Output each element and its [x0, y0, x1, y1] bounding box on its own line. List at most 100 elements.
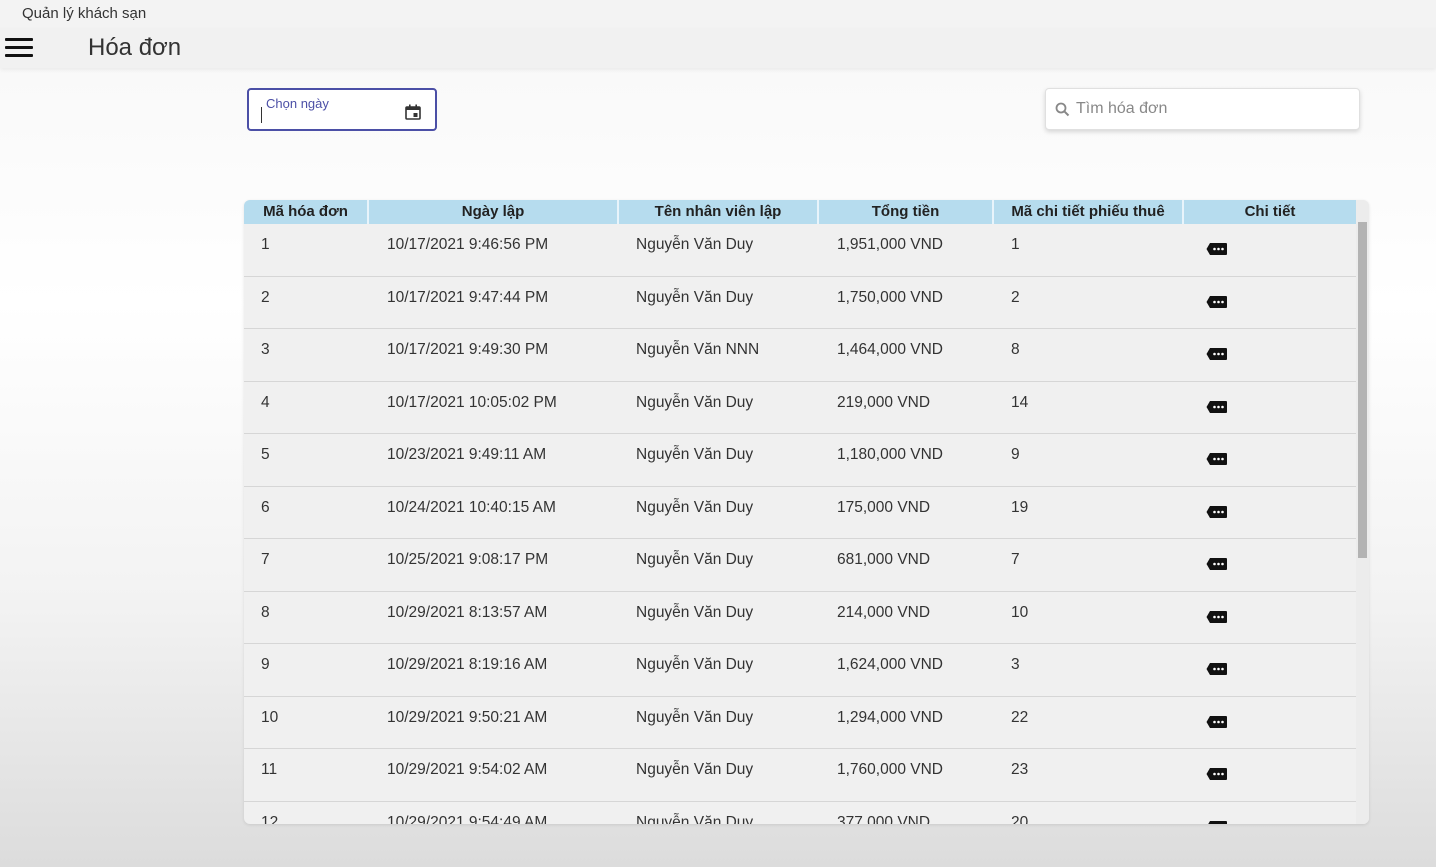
table-row[interactable]: 9 10/29/2021 8:19:16 AM Nguyễn Văn Duy 1,62…	[244, 644, 1356, 697]
cell-rental-detail-id: 10	[1011, 603, 1029, 621]
search-icon	[1055, 102, 1070, 117]
more-tag-icon[interactable]	[1206, 346, 1228, 362]
table-row[interactable]: 4 10/17/2021 10:05:02 PM Nguyễn Văn Duy 219…	[244, 382, 1356, 434]
cell-invoice-id: 9	[261, 656, 270, 673]
table-body: 1 10/17/2021 9:46:56 PM Nguyễn Văn Duy 1,95…	[244, 224, 1356, 824]
cell-total: 214,000 VND	[837, 603, 931, 621]
cell-date: 10/29/2021 9:50:21 AM	[387, 708, 548, 726]
cell-date: 10/29/2021 8:19:16 AM	[387, 656, 548, 673]
cell-rental-detail-id: 14	[1011, 393, 1029, 411]
search-input[interactable]	[1076, 97, 1346, 121]
cell-invoice-id: 5	[261, 446, 270, 463]
cell-date: 10/17/2021 9:46:56 PM	[387, 236, 549, 253]
more-tag-icon[interactable]	[1206, 294, 1228, 310]
table-row[interactable]: 12 10/29/2021 9:54:49 AM Nguyễn Văn Duy 377…	[244, 802, 1356, 825]
scrollbar-thumb[interactable]	[1358, 222, 1367, 558]
hamburger-icon[interactable]	[5, 38, 33, 58]
calendar-icon[interactable]	[405, 104, 421, 120]
more-tag-icon[interactable]	[1206, 556, 1228, 572]
cell-invoice-id: 10	[261, 708, 279, 726]
page-title: Hóa đơn	[88, 34, 182, 61]
table-row[interactable]: 11 10/29/2021 9:54:02 AM Nguyễn Văn Duy 1,7…	[244, 749, 1356, 802]
more-tag-icon[interactable]	[1206, 819, 1228, 824]
cell-total: 175,000 VND	[837, 498, 931, 516]
more-tag-icon[interactable]	[1206, 714, 1228, 730]
table-row[interactable]: 2 10/17/2021 9:47:44 PM Nguyễn Văn Duy 1,75…	[244, 277, 1356, 329]
cell-rental-detail-id: 8	[1011, 341, 1020, 358]
cell-total: 1,760,000 VND	[837, 761, 943, 778]
cell-employee: Nguyễn Văn Duy	[636, 446, 754, 463]
cell-total: 219,000 VND	[837, 393, 931, 411]
text-caret	[261, 107, 262, 123]
cell-employee: Nguyễn Văn Duy	[636, 551, 754, 568]
more-tag-icon[interactable]	[1206, 661, 1228, 677]
cell-employee: Nguyễn Văn Duy	[636, 813, 754, 825]
cell-rental-detail-id: 7	[1011, 551, 1020, 568]
more-tag-icon[interactable]	[1206, 241, 1228, 257]
cell-date: 10/17/2021 10:05:02 PM	[387, 393, 557, 411]
cell-rental-detail-id: 9	[1011, 446, 1020, 463]
invoice-table: Mã hóa đơn Ngày lập Tên nhân viên lập Tổ…	[244, 200, 1369, 824]
cell-total: 1,750,000 VND	[837, 288, 943, 306]
cell-rental-detail-id: 3	[1011, 656, 1020, 673]
cell-invoice-id: 2	[261, 288, 270, 306]
cell-total: 1,951,000 VND	[837, 236, 943, 253]
vertical-scrollbar[interactable]	[1356, 200, 1369, 824]
cell-detail	[1184, 382, 1356, 434]
table-row[interactable]: 10 10/29/2021 9:50:21 AM Nguyễn Văn Duy 1,2…	[244, 697, 1356, 749]
column-header-total[interactable]: Tổng tiền	[819, 200, 994, 224]
cell-date: 10/25/2021 9:08:17 PM	[387, 551, 549, 568]
cell-detail	[1184, 749, 1356, 801]
window-title: Quản lý khách sạn	[22, 5, 147, 22]
table-row[interactable]: 3 10/17/2021 9:49:30 PM Nguyễn Văn NNN 1,46…	[244, 329, 1356, 382]
cell-detail	[1184, 487, 1356, 539]
cell-employee: Nguyễn Văn Duy	[636, 288, 754, 306]
cell-employee: Nguyễn Văn Duy	[636, 393, 754, 411]
cell-total: 1,464,000 VND	[837, 341, 943, 358]
cell-total: 1,180,000 VND	[837, 446, 943, 463]
table-row[interactable]: 7 10/25/2021 9:08:17 PM Nguyễn Văn Duy 681,…	[244, 539, 1356, 592]
table-row[interactable]: 5 10/23/2021 9:49:11 AM Nguyễn Văn Duy 1,18…	[244, 434, 1356, 487]
table-row[interactable]: 1 10/17/2021 9:46:56 PM Nguyễn Văn Duy 1,95…	[244, 224, 1356, 277]
cell-rental-detail-id: 19	[1011, 498, 1029, 516]
title-bar: Quản lý khách sạn	[0, 0, 1436, 28]
cell-invoice-id: 12	[261, 813, 279, 825]
table-row[interactable]: 6 10/24/2021 10:40:15 AM Nguyễn Văn Duy 175…	[244, 487, 1356, 539]
cell-date: 10/17/2021 9:47:44 PM	[387, 288, 549, 306]
more-tag-icon[interactable]	[1206, 504, 1228, 520]
cell-rental-detail-id: 20	[1011, 813, 1029, 825]
cell-rental-detail-id: 1	[1011, 236, 1020, 253]
cell-employee: Nguyễn Văn NNN	[636, 341, 760, 358]
column-header-invoice-id[interactable]: Mã hóa đơn	[244, 200, 369, 224]
more-tag-icon[interactable]	[1206, 399, 1228, 415]
date-picker[interactable]: Chọn ngày	[247, 88, 437, 131]
more-tag-icon[interactable]	[1206, 609, 1228, 625]
column-header-detail[interactable]: Chi tiết	[1184, 200, 1356, 224]
column-header-date[interactable]: Ngày lập	[369, 200, 619, 224]
column-header-rental-detail-id[interactable]: Mã chi tiết phiếu thuê	[994, 200, 1184, 224]
table-header: Mã hóa đơn Ngày lập Tên nhân viên lập Tổ…	[244, 200, 1356, 224]
cell-total: 377,000 VND	[837, 813, 931, 825]
cell-detail	[1184, 592, 1356, 644]
cell-date: 10/29/2021 9:54:02 AM	[387, 761, 548, 778]
more-tag-icon[interactable]	[1206, 451, 1228, 467]
cell-employee: Nguyễn Văn Duy	[636, 761, 754, 778]
cell-detail	[1184, 329, 1356, 381]
date-picker-placeholder: Chọn ngày	[266, 96, 329, 111]
cell-employee: Nguyễn Văn Duy	[636, 708, 754, 726]
cell-employee: Nguyễn Văn Duy	[636, 236, 754, 253]
more-tag-icon[interactable]	[1206, 766, 1228, 782]
table-row[interactable]: 8 10/29/2021 8:13:57 AM Nguyễn Văn Duy 214,…	[244, 592, 1356, 644]
cell-invoice-id: 4	[261, 393, 270, 411]
cell-detail	[1184, 802, 1356, 824]
cell-rental-detail-id: 22	[1011, 708, 1029, 726]
cell-employee: Nguyễn Văn Duy	[636, 498, 754, 516]
cell-total: 1,294,000 VND	[837, 708, 943, 726]
cell-invoice-id: 1	[261, 236, 270, 253]
cell-date: 10/29/2021 9:54:49 AM	[387, 813, 548, 825]
cell-detail	[1184, 277, 1356, 329]
cell-rental-detail-id: 23	[1011, 761, 1029, 778]
search-box[interactable]	[1045, 88, 1360, 130]
cell-invoice-id: 8	[261, 603, 270, 621]
column-header-employee[interactable]: Tên nhân viên lập	[619, 200, 819, 224]
